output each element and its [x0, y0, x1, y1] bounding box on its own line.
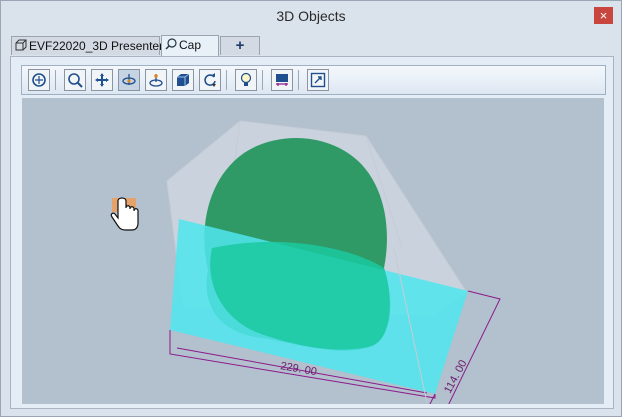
spin-button[interactable]: [145, 69, 167, 91]
3d-scene: 229. 00 114. 00: [110, 120, 501, 404]
tab-label: Cap: [179, 38, 202, 52]
window: 3D Objects × EVF22020_3D Presenter Cap +: [0, 0, 622, 417]
section-button[interactable]: [271, 69, 293, 91]
add-tab-button[interactable]: +: [220, 36, 260, 55]
spin-icon: [149, 74, 163, 87]
toolbar-separator: [226, 70, 227, 90]
light-button[interactable]: [235, 69, 257, 91]
plus-icon: +: [235, 37, 245, 54]
rotate-menu-button[interactable]: [199, 69, 221, 91]
pan-icon: [95, 73, 109, 87]
hand-cursor-icon: [110, 197, 139, 231]
toolbar-separator: [262, 70, 263, 90]
view-cube-icon: [177, 73, 190, 86]
rotate-icon: [122, 74, 136, 85]
view-cube-button[interactable]: [172, 69, 194, 91]
view-toolbar: [21, 65, 606, 95]
rotate-button[interactable]: [118, 69, 140, 91]
light-bulb-icon: [240, 72, 252, 86]
cube-icon: [15, 38, 27, 56]
zoom-fit-button[interactable]: [28, 69, 50, 91]
zoom-button[interactable]: [64, 69, 86, 91]
pan-button[interactable]: [91, 69, 113, 91]
rotate-menu-icon: [204, 73, 216, 87]
close-button[interactable]: ×: [594, 7, 613, 24]
fit-window-button[interactable]: [307, 69, 329, 91]
zoom-icon: [68, 73, 83, 88]
presenter-panel: 229. 00 114. 00: [10, 56, 614, 409]
window-title: 3D Objects: [276, 8, 346, 24]
fit-window-icon: [310, 72, 326, 88]
toolbar-separator: [55, 70, 56, 90]
tab-cap[interactable]: Cap: [161, 35, 219, 56]
magnifier-icon: [165, 37, 177, 55]
tab-evf-presenter[interactable]: EVF22020_3D Presenter: [11, 36, 164, 56]
title-bar[interactable]: 3D Objects ×: [1, 1, 621, 32]
zoom-fit-icon: [32, 73, 46, 87]
toolbar-separator: [298, 70, 299, 90]
3d-viewport[interactable]: 229. 00 114. 00: [22, 98, 604, 404]
section-icon: [276, 74, 288, 86]
tab-label: EVF22020_3D Presenter: [29, 39, 164, 53]
